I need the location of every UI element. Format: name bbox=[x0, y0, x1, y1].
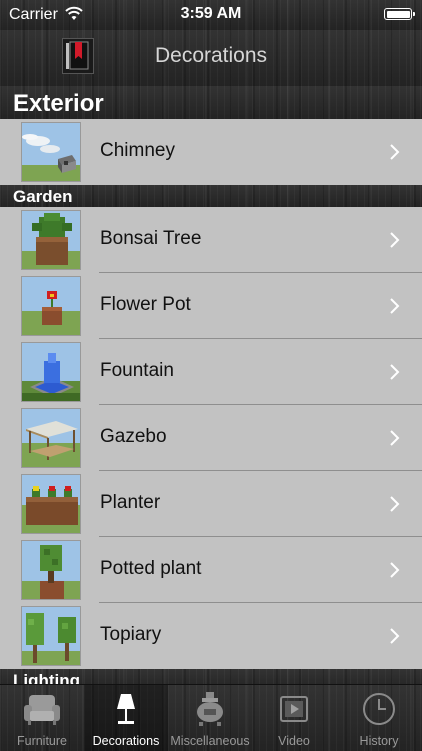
list-item-fountain[interactable]: Fountain bbox=[0, 339, 422, 405]
list-item-label: Topiary bbox=[100, 624, 162, 645]
tab-video[interactable]: Video bbox=[252, 685, 336, 751]
chevron-right-icon bbox=[390, 298, 400, 314]
list-item-label: Chimney bbox=[100, 140, 175, 161]
tab-label: Video bbox=[278, 734, 310, 748]
list-item-bonsai-tree[interactable]: Bonsai Tree bbox=[0, 207, 422, 273]
chevron-right-icon bbox=[390, 628, 400, 644]
list-item-label: Planter bbox=[100, 492, 161, 513]
lamp-icon bbox=[117, 694, 135, 724]
tab-bar: Furniture Decorations Miscellaneous Vide… bbox=[0, 684, 422, 751]
chevron-right-icon bbox=[390, 430, 400, 446]
list-item-planter[interactable]: Planter bbox=[0, 471, 422, 537]
tab-label: Decorations bbox=[92, 734, 160, 748]
armchair-icon bbox=[24, 695, 60, 725]
list-item-label: Gazebo bbox=[100, 426, 167, 447]
potted-plant-thumbnail bbox=[21, 540, 81, 600]
list-item-topiary[interactable]: Topiary bbox=[0, 603, 422, 669]
list-item-flower-pot[interactable]: Flower Pot bbox=[0, 273, 422, 339]
status-time: 3:59 AM bbox=[180, 5, 242, 22]
navigation-bar: Decorations bbox=[0, 30, 422, 86]
tab-label: History bbox=[359, 734, 399, 748]
clock-icon bbox=[363, 693, 395, 725]
tab-furniture[interactable]: Furniture bbox=[0, 685, 84, 751]
flower-pot-thumbnail bbox=[21, 276, 81, 336]
list-item-label: Flower Pot bbox=[100, 294, 191, 315]
tab-label: Miscellaneous bbox=[170, 734, 250, 748]
chimney-thumbnail bbox=[21, 122, 81, 182]
section-header-garden: Garden bbox=[0, 185, 422, 207]
topiary-thumbnail bbox=[21, 606, 81, 666]
chevron-right-icon bbox=[390, 496, 400, 512]
section-header-exterior: Exterior bbox=[0, 86, 422, 119]
status-bar: Carrier 3:59 AM bbox=[0, 0, 422, 30]
list-item-potted-plant[interactable]: Potted plant bbox=[0, 537, 422, 603]
chevron-right-icon bbox=[390, 562, 400, 578]
gazebo-thumbnail bbox=[21, 408, 81, 468]
chevron-right-icon bbox=[390, 144, 400, 160]
list-item-chimney[interactable]: Chimney bbox=[0, 119, 422, 185]
tab-miscellaneous[interactable]: Miscellaneous bbox=[168, 685, 252, 751]
page-title: Decorations bbox=[154, 44, 268, 67]
list-item-label: Bonsai Tree bbox=[100, 228, 202, 249]
chevron-right-icon bbox=[390, 232, 400, 248]
battery-icon bbox=[384, 8, 415, 20]
list-item-label: Fountain bbox=[100, 360, 174, 381]
list-item-gazebo[interactable]: Gazebo bbox=[0, 405, 422, 471]
tab-decorations[interactable]: Decorations bbox=[84, 685, 168, 751]
list-item-label: Potted plant bbox=[100, 558, 202, 579]
video-icon bbox=[280, 696, 308, 722]
tab-label: Furniture bbox=[16, 734, 68, 748]
fountain-thumbnail bbox=[21, 342, 81, 402]
chevron-right-icon bbox=[390, 364, 400, 380]
planter-thumbnail bbox=[21, 474, 81, 534]
section-header-lighting: Lighting bbox=[0, 669, 422, 684]
item-list[interactable]: Exterior Chimney Garden Bonsai Tree Flow… bbox=[0, 86, 422, 684]
tab-history[interactable]: History bbox=[336, 685, 422, 751]
bonsai-tree-thumbnail bbox=[21, 210, 81, 270]
stove-icon bbox=[197, 692, 223, 726]
